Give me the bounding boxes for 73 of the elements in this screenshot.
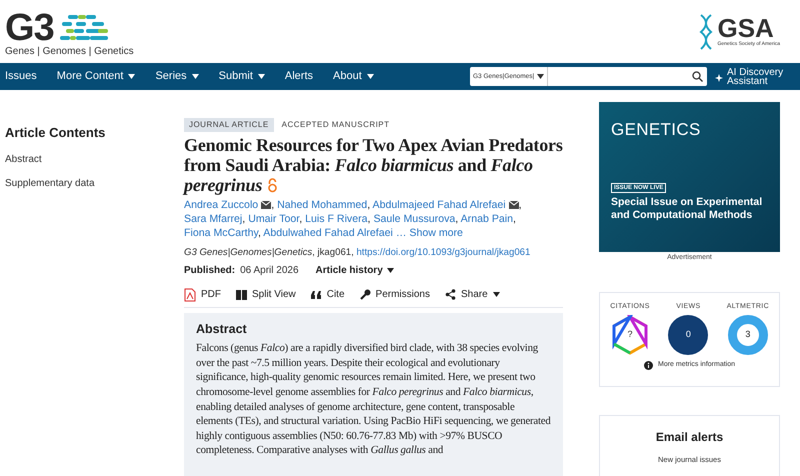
sidebar-link[interactable]: Supplementary data (5, 176, 184, 190)
caret-icon (386, 268, 394, 274)
toolbar-button[interactable]: Split View (236, 287, 296, 302)
nav-menu-item[interactable]: Issues (5, 68, 37, 85)
author-link[interactable]: Nahed Mohammed (277, 199, 368, 211)
author-separator: , (367, 199, 370, 211)
author-link[interactable]: Arnab Pain (460, 213, 514, 225)
author-separator: , (242, 213, 246, 225)
caret-icon (192, 74, 199, 79)
toolbar-button[interactable]: Share (445, 287, 500, 302)
author-separator: , (271, 199, 274, 211)
toolbar-button[interactable]: PDF (184, 287, 221, 302)
toolbar-button[interactable]: Permissions (360, 287, 430, 302)
wrench-icon (360, 289, 371, 300)
nav-menu-item[interactable]: Series (155, 68, 199, 85)
sparkle-icon (715, 72, 724, 82)
caret-icon (366, 74, 374, 79)
author-link[interactable]: Luis F Rivera (305, 213, 368, 225)
doi-link[interactable]: https://doi.org/10.1093/g3journal/jkag061 (356, 247, 530, 258)
caret-icon (492, 292, 500, 298)
metric-value: ? (627, 328, 632, 342)
search-field[interactable] (548, 67, 707, 86)
published-label: Published: (184, 264, 236, 278)
sidebar-title: Article Contents (5, 124, 106, 142)
email-alerts-title: Email alerts (656, 428, 724, 446)
article-title: Genomic Resources for Two Apex Avian Predators from Saudi Arabia: Falco biarmicus and Falco peregrinus (184, 135, 563, 195)
show-more-link[interactable]: Show more (409, 227, 463, 239)
authors-ellipsis: … (396, 227, 406, 239)
article-id: , jkag061, (312, 247, 355, 258)
article-history-button[interactable]: Article history (316, 263, 394, 278)
nav-menu-item[interactable]: More Content (56, 68, 136, 85)
nav-menu-item[interactable]: About (333, 68, 374, 85)
author-link[interactable]: Abdulmajeed Fahad Alrefaei (372, 199, 506, 211)
article-type-tag: ACCEPTED MANUSCRIPT (282, 118, 390, 132)
caret-icon (128, 74, 136, 79)
journal-name: G3 Genes|Genomes|Genetics (184, 247, 312, 258)
ad-headline: Special Issue on Experimental and Computational Methods (611, 196, 764, 222)
pdf-icon (184, 288, 196, 302)
author-link[interactable]: Sara Mfarrej (184, 213, 242, 225)
info-icon (644, 360, 653, 370)
caret-icon (537, 74, 544, 79)
author-separator: , (299, 213, 302, 225)
author-link[interactable]: Saule Mussurova (373, 213, 456, 225)
hexagon-badge[interactable]: ? (610, 315, 650, 355)
article-type-tag: JOURNAL ARTICLE (184, 118, 274, 132)
author-separator: , (513, 213, 516, 225)
author-separator: , (258, 227, 261, 239)
author-link[interactable]: Andrea Zuccolo (184, 199, 258, 211)
author-separator: , (455, 213, 458, 225)
quote-icon (310, 290, 322, 299)
views-badge[interactable]: 0 (668, 315, 708, 355)
envelope-icon[interactable] (508, 201, 519, 209)
share-icon (445, 289, 456, 300)
nav-menu-item[interactable]: Submit (218, 68, 265, 85)
author-separator: , (368, 213, 370, 225)
g3-logo[interactable]: G3 Genes | Genomes | Genetics (5, 6, 134, 58)
toolbar-button[interactable]: Cite (310, 287, 345, 302)
published-date: 06 April 2026 (240, 264, 299, 278)
search-icon[interactable] (692, 71, 703, 82)
envelope-icon[interactable] (261, 201, 272, 209)
nav-menu-item[interactable]: Alerts (284, 68, 314, 85)
ai-assistant-button[interactable]: AI Discovery Assistant (715, 68, 787, 86)
caret-icon (258, 74, 265, 79)
abstract-heading: Abstract (196, 321, 248, 338)
author-link[interactable]: Fiona McCarthy (184, 227, 258, 239)
columns-icon (236, 290, 247, 300)
abstract-text: Falcons (genus Falco) are a rapidly diversified bird clade, with 38 species evolving over the past ~7.5 million years. Despite their ecological and evolutionary significance, high-quality genomic resources remain limited. Here, we present two chromosome-level genome assemblies for Falco peregrinus and Falco biarmicus, enabling detailed analyses of genome architecture, gene content, transposable elements (TEs), and structural variation. Using PacBio HiFi sequencing, we generated highly contiguous assemblies (N50: 60.76-77.83 Mb) with >97% BUSCO completeness. Comparative analyses with Gallus gallus and (196, 341, 551, 458)
sidebar-link[interactable]: Abstract (5, 152, 184, 166)
ad-brand: GENETICS (611, 119, 702, 141)
author-link[interactable]: Umair Toor (248, 213, 300, 225)
author-separator: , (518, 199, 522, 211)
author-link[interactable]: Abdulwahed Fahad Alrefaei (263, 227, 393, 239)
altmetric-badge[interactable]: 3 (728, 315, 768, 355)
